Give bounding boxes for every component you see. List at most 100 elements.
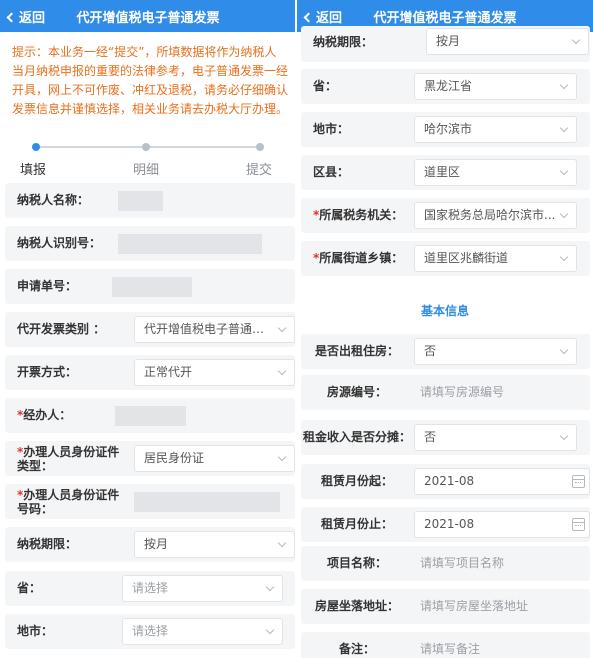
tax-period-row: 纳税期限： 按月 [5,527,295,562]
calendar-icon [572,518,585,531]
project-name-label: 项目名称： [326,556,387,570]
chevron-down-icon [559,431,569,441]
province-select[interactable]: 请选择 [122,575,283,602]
chevron-down-icon [277,323,287,333]
invoice-category-select[interactable]: 代开增值税电子普通发... [134,316,295,343]
issue-method-select[interactable]: 正常代开 [134,359,295,386]
taxpayer-name-label: 纳税人名称： [17,193,90,207]
chevron-down-icon [559,166,569,176]
handler-row: *经办人： [5,398,295,433]
calendar-icon [572,475,585,488]
invoice-category-row: 代开发票类别 ： 代开增值税电子普通发... [5,312,295,347]
step-label-3: 提交 [246,163,273,178]
taxpayer-name-row: 纳税人名称： [5,183,295,218]
remark-row: 备注： 请填写备注 [301,632,590,658]
city-value: 哈尔滨市 [424,122,473,136]
handler-label-text: 经办人： [23,408,72,422]
step-line [36,146,146,148]
remark-input[interactable]: 请填写备注 [420,632,480,658]
section-title: 基本信息 [420,304,469,318]
is-rental-select[interactable]: 否 [414,338,577,365]
id-number-label-line1: 办理人员身份证件 [23,488,120,502]
tax-period-select[interactable]: 按月 [134,531,295,558]
taxpayer-name-value-masked [118,191,163,211]
tax-period-select[interactable]: 按月 [426,28,589,55]
id-number-value-masked [134,492,280,512]
district-select[interactable]: 道里区 [414,159,577,186]
is-rental-value: 否 [424,344,437,358]
id-type-label-line1: 办理人员身份证件 [23,445,120,459]
step-dot-1 [32,143,40,151]
progress-steps: 填报 明细 提交 [0,138,296,178]
is-rental-label: 是否出租住房： [314,344,399,358]
tax-office-select[interactable]: 国家税务总局哈尔滨市... [414,202,577,229]
project-name-input[interactable]: 请填写项目名称 [420,546,504,581]
tax-period-label: 纳税期限： [17,537,78,551]
street-select[interactable]: 道里区兆麟街道 [414,245,577,272]
street-row: *所属街道乡镇： 道里区兆麟街道 [301,241,590,276]
handler-label: *经办人： [17,398,71,433]
city-row: 地市： 哈尔滨市 [301,112,590,147]
house-no-label: 房源编号： [326,385,387,399]
district-row: 区县： 道里区 [301,155,590,190]
city-select[interactable]: 哈尔滨市 [414,116,577,143]
street-value: 道里区兆麟街道 [424,251,509,265]
rent-end-date-picker[interactable]: 2021-08 [414,511,590,538]
rent-split-label: 租金收入是否分摊： [302,430,411,444]
city-row: 地市： 请选择 [5,614,295,649]
taxpayer-id-label: 纳税人识别号： [17,236,102,250]
step-line [146,146,260,148]
id-type-value: 居民身份证 [144,451,205,465]
id-number-label: *办理人员身份证件 号码： [17,488,119,516]
rent-start-label: 租赁月份起： [320,474,393,488]
step-label-1: 填报 [20,163,47,178]
application-no-row: 申请单号： [5,269,295,304]
screenshot: 返回 代开增值税电子普通发票 提示：本业务一经“提交”，所填数据将作为纳税人当月… [0,0,593,658]
address-input[interactable]: 请填写房屋坐落地址 [420,589,528,624]
province-label: 省： [313,79,338,93]
step-dot-2 [142,143,150,151]
chevron-down-icon [265,625,275,635]
chevron-down-icon [571,35,581,45]
province-value: 黑龙江省 [424,79,473,93]
district-value: 道里区 [424,165,461,179]
house-no-input[interactable]: 请填写房源编号 [420,375,504,410]
id-number-row: *办理人员身份证件 号码： [5,484,295,519]
chevron-down-icon [559,209,569,219]
address-row: 房屋坐落地址： 请填写房屋坐落地址 [301,589,590,624]
tax-office-value: 国家税务总局哈尔滨市... [424,208,556,222]
province-row: 省： 黑龙江省 [301,69,590,104]
issue-method-row: 开票方式： 正常代开 [5,355,295,390]
house-no-row: 房源编号： 请填写房源编号 [301,375,590,410]
address-label: 房屋坐落地址： [314,599,399,613]
chevron-down-icon [559,123,569,133]
right-panel: 返回 代开增值税电子普通发票 纳税期限： 按月 省： 黑龙江省 地市： 哈尔滨市 [297,0,593,658]
handler-value-masked [115,406,186,426]
rent-start-date-picker[interactable]: 2021-08 [414,468,590,495]
id-type-label-line2: 类型： [17,459,54,473]
rent-end-row: 租赁月份止： 2021-08 [301,507,590,542]
invoice-category-value: 代开增值税电子普通发... [144,322,272,336]
id-type-select[interactable]: 居民身份证 [134,445,295,472]
city-label: 地市： [313,122,350,136]
city-label: 地市： [17,624,54,638]
street-label-text: 所属街道乡镇： [319,251,404,265]
page-title: 代开增值税电子普通发票 [373,11,517,26]
chevron-down-icon [559,252,569,262]
tax-office-label-text: 所属税务机关： [319,208,404,222]
chevron-down-icon [277,366,287,376]
province-label: 省： [17,581,42,595]
taxpayer-id-value-masked [118,234,262,254]
tax-period-value: 按月 [436,34,461,48]
notice-text: 提示：本业务一经“提交”，所填数据将作为纳税人当月纳税申报的重要的法律参考，电子… [12,45,289,116]
rent-split-row: 租金收入是否分摊： 否 [301,420,590,455]
project-name-row: 项目名称： 请填写项目名称 [301,546,590,581]
rent-split-select[interactable]: 否 [414,424,577,451]
application-no-value-masked [112,277,192,297]
city-select[interactable]: 请选择 [122,618,283,645]
chevron-down-icon [559,345,569,355]
province-select[interactable]: 黑龙江省 [414,73,577,100]
issue-method-label: 开票方式： [17,365,78,379]
rent-start-row: 租赁月份起： 2021-08 [301,464,590,499]
header-bar: 返回 代开增值税电子普通发票 [0,0,296,32]
